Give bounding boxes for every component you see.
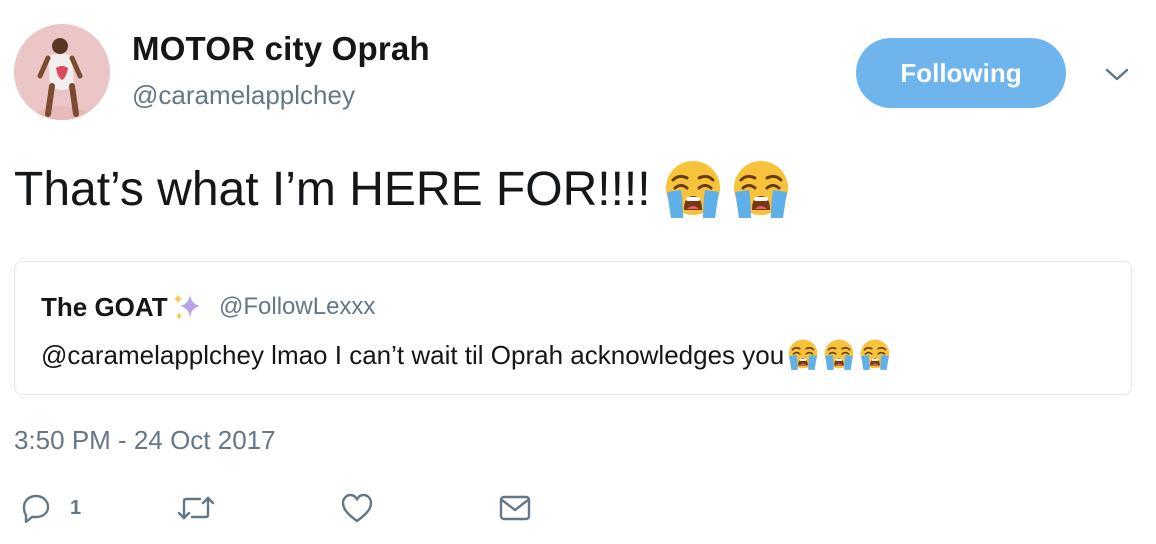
like-icon <box>341 493 373 523</box>
tweet-text: That’s what I’m HERE FOR!!!! <box>14 158 793 222</box>
quoted-text-content: @caramelapplchey lmao I can’t wait til O… <box>41 339 785 370</box>
quoted-tweet[interactable]: The GOAT @FollowLexxx @caramelapplchey l… <box>14 261 1132 395</box>
loudly-crying-face-icon <box>858 338 892 372</box>
quoted-author-name: The GOAT <box>41 290 204 324</box>
loudly-crying-face-icon <box>822 338 856 372</box>
sparkles-icon <box>173 294 200 320</box>
author-handle[interactable]: @caramelapplchey <box>132 80 355 111</box>
loudly-crying-face-icon <box>661 158 725 222</box>
quoted-text: @caramelapplchey lmao I can’t wait til O… <box>41 338 892 372</box>
retweet-icon <box>177 496 215 520</box>
tweet-text-content: That’s what I’m HERE FOR!!!! <box>14 163 651 216</box>
reply-button[interactable]: 1 <box>20 490 81 526</box>
reply-icon <box>22 494 50 524</box>
direct-message-icon <box>499 495 531 521</box>
loudly-crying-face-icon <box>729 158 793 222</box>
following-button[interactable]: Following <box>856 38 1066 108</box>
quoted-handle: @FollowLexxx <box>219 293 376 320</box>
chevron-down-icon[interactable] <box>1100 60 1134 90</box>
quoted-display-name: The GOAT <box>41 291 168 322</box>
retweet-button[interactable] <box>176 490 216 526</box>
reply-count: 1 <box>70 496 82 519</box>
like-button[interactable] <box>340 490 374 526</box>
author-display-name[interactable]: MOTOR city Oprah <box>132 30 430 68</box>
tweet-timestamp[interactable]: 3:50 PM - 24 Oct 2017 <box>14 425 276 456</box>
direct-message-button[interactable] <box>498 490 532 526</box>
avatar[interactable] <box>14 24 110 120</box>
loudly-crying-face-icon <box>786 338 820 372</box>
